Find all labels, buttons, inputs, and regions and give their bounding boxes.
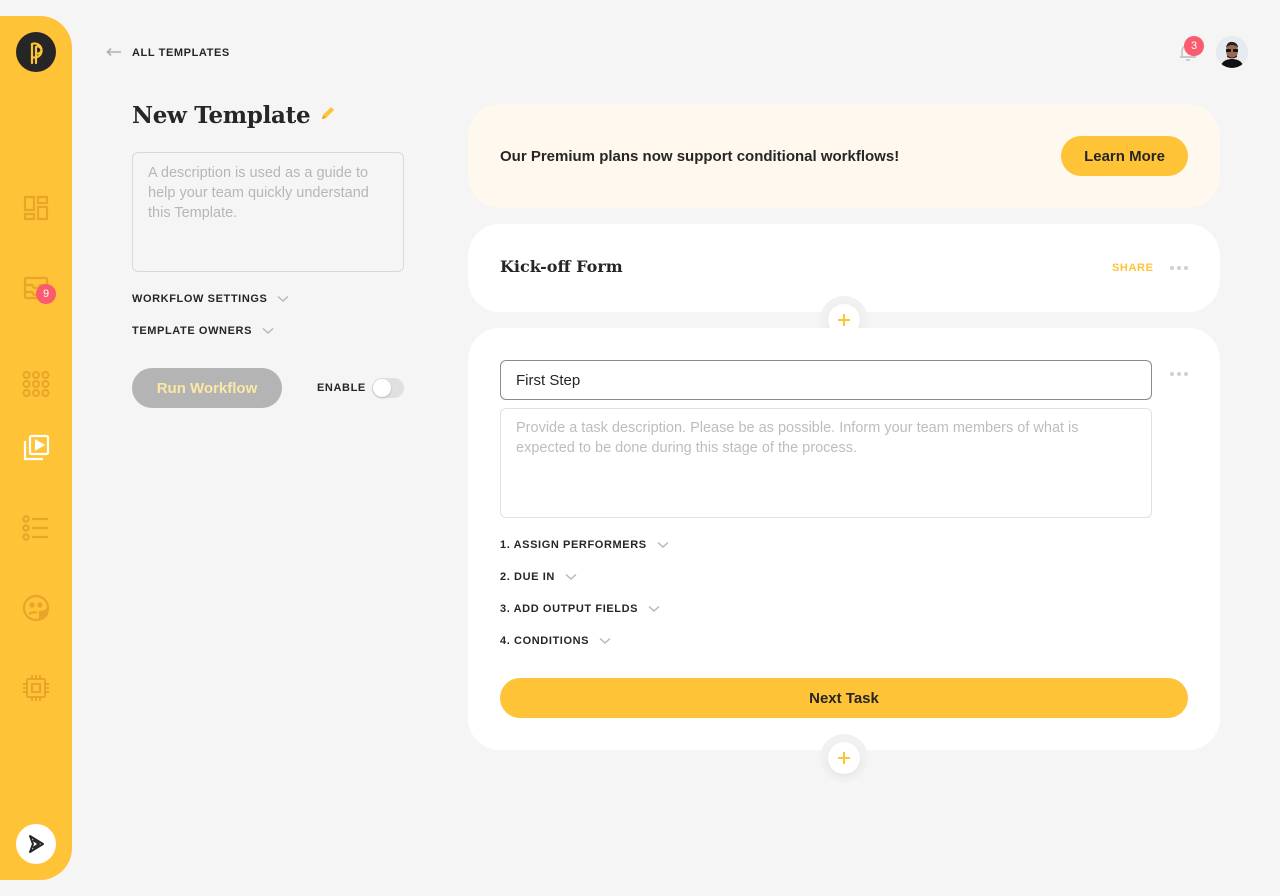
template-title: New Template xyxy=(132,102,336,129)
next-task-button[interactable]: Next Task xyxy=(500,678,1188,718)
enable-toggle[interactable] xyxy=(372,378,404,398)
sidebar: 9 xyxy=(0,16,72,880)
workflow-settings-label: WORKFLOW SETTINGS xyxy=(132,293,268,305)
workflow-settings-toggle[interactable]: WORKFLOW SETTINGS xyxy=(132,290,289,308)
arrow-left-icon xyxy=(106,44,122,62)
assign-performers-toggle[interactable]: 1. ASSIGN PERFORMERS xyxy=(500,536,669,554)
notifications-badge: 3 xyxy=(1184,36,1204,56)
chevron-down-icon xyxy=(657,536,669,554)
add-step-ring-bottom xyxy=(820,734,868,782)
enable-label: ENABLE xyxy=(317,382,366,394)
pneumatic-logo-icon[interactable] xyxy=(16,32,56,72)
section-label: 3. ADD OUTPUT FIELDS xyxy=(500,603,639,615)
template-title-text: New Template xyxy=(132,102,311,129)
task-description-input[interactable] xyxy=(500,408,1152,518)
learn-more-button[interactable]: Learn More xyxy=(1061,136,1188,176)
share-button[interactable]: SHARE xyxy=(1112,262,1154,274)
workflows-icon[interactable] xyxy=(20,368,52,400)
list-icon[interactable] xyxy=(20,512,52,544)
template-owners-toggle[interactable]: TEMPLATE OWNERS xyxy=(132,322,274,340)
chevron-down-icon xyxy=(648,600,660,618)
plus-icon xyxy=(838,314,850,326)
toggle-knob xyxy=(373,379,391,397)
conditions-toggle[interactable]: 4. CONDITIONS xyxy=(500,632,611,650)
back-link-label: ALL TEMPLATES xyxy=(132,47,230,59)
chip-icon[interactable] xyxy=(20,672,52,704)
promo-text: Our Premium plans now support conditiona… xyxy=(500,148,900,165)
dashboard-icon[interactable] xyxy=(20,192,52,224)
task-more-options-icon[interactable] xyxy=(1170,368,1188,380)
user-avatar[interactable] xyxy=(1216,36,1248,68)
chevron-down-icon xyxy=(565,568,577,586)
template-owners-label: TEMPLATE OWNERS xyxy=(132,325,253,337)
section-label: 4. CONDITIONS xyxy=(500,635,590,647)
face-icon[interactable] xyxy=(20,592,52,624)
add-output-fields-toggle[interactable]: 3. ADD OUTPUT FIELDS xyxy=(500,600,660,618)
play-logo-icon[interactable] xyxy=(16,824,56,864)
chevron-down-icon xyxy=(262,322,274,340)
section-label: 2. DUE IN xyxy=(500,571,555,583)
back-to-all-templates-link[interactable]: ALL TEMPLATES xyxy=(106,44,230,62)
plus-icon xyxy=(838,752,850,764)
add-step-button-bottom[interactable] xyxy=(828,742,860,774)
chevron-down-icon xyxy=(599,632,611,650)
kickoff-more-options-icon[interactable] xyxy=(1170,262,1188,274)
run-workflow-button[interactable]: Run Workflow xyxy=(132,368,282,408)
premium-promo-banner: Our Premium plans now support conditiona… xyxy=(468,104,1220,208)
template-description-input[interactable] xyxy=(132,152,404,272)
due-in-toggle[interactable]: 2. DUE IN xyxy=(500,568,577,586)
pencil-icon[interactable] xyxy=(320,105,336,126)
chevron-down-icon xyxy=(277,290,289,308)
kickoff-form-title: Kick-off Form xyxy=(500,257,623,276)
section-label: 1. ASSIGN PERFORMERS xyxy=(500,539,647,551)
templates-play-icon[interactable] xyxy=(20,432,52,464)
task-card: 1. ASSIGN PERFORMERS 2. DUE IN 3. ADD OU… xyxy=(468,328,1220,750)
task-name-input[interactable] xyxy=(500,360,1152,400)
tasks-badge: 9 xyxy=(36,284,56,304)
